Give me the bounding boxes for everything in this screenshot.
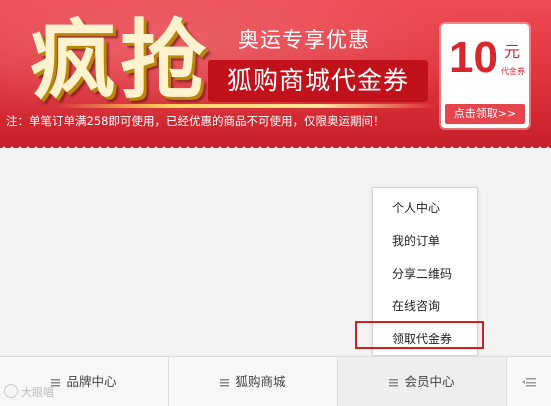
menu-item-online-consult[interactable]: 在线咨询	[373, 291, 477, 321]
banner-big-title: 疯抢	[30, 10, 210, 111]
nav-mall[interactable]: 狐购商城	[169, 357, 338, 406]
voucher-amount: 10	[449, 33, 498, 82]
nav-member-center[interactable]: 会员中心	[338, 357, 507, 406]
banner-subtitle: 奥运专享优惠	[238, 28, 370, 52]
bottom-nav: 品牌中心 狐购商城 会员中心	[0, 356, 551, 406]
claim-voucher-button[interactable]: 点击领取>>	[445, 104, 525, 124]
watermark-text: 大眼唱	[21, 386, 54, 399]
nav-mall-label: 狐购商城	[235, 374, 286, 389]
collapse-menu-icon	[522, 378, 536, 387]
nav-collapse[interactable]	[507, 357, 551, 406]
menu-item-personal-center[interactable]: 个人中心	[373, 193, 477, 223]
menu-icon	[220, 379, 230, 387]
menu-item-share-qrcode[interactable]: 分享二维码	[373, 259, 477, 289]
banner-coupon-name: 狐购商城代金券	[208, 60, 428, 102]
banner-zigzag-edge	[0, 140, 551, 148]
highlight-annotation-box	[355, 321, 484, 349]
menu-item-my-orders[interactable]: 我的订单	[373, 226, 477, 256]
banner-divider	[55, 104, 435, 108]
nav-brand-center-label: 品牌中心	[66, 374, 117, 389]
nav-member-center-label: 会员中心	[404, 374, 455, 389]
watermark-logo-icon	[4, 384, 18, 398]
watermark: 大眼唱	[4, 384, 54, 400]
voucher-card[interactable]: 10 元 代金券 点击领取>>	[441, 24, 529, 128]
promo-banner[interactable]: 疯抢 奥运专享优惠 狐购商城代金券 注：单笔订单满258即可使用，已经优惠的商品…	[0, 0, 551, 142]
menu-icon	[389, 379, 399, 387]
voucher-unit: 元	[504, 42, 521, 61]
voucher-label: 代金券	[501, 67, 525, 76]
banner-notice: 注：单笔订单满258即可使用，已经优惠的商品不可使用，仅限奥运期间！	[6, 114, 385, 128]
